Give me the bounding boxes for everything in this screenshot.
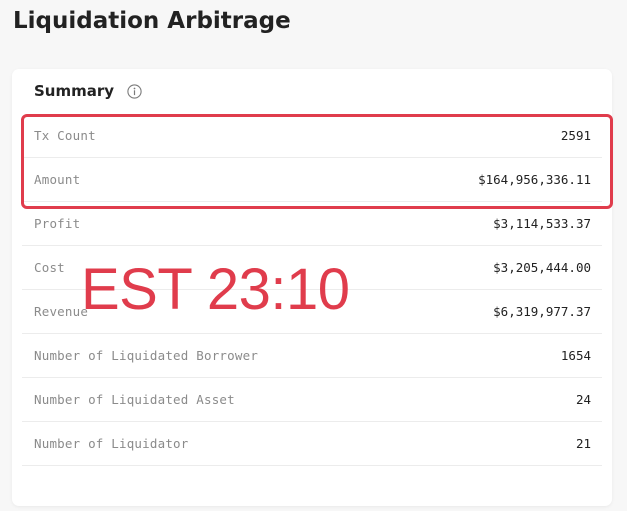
row-label: Tx Count bbox=[34, 128, 96, 143]
summary-card: Summary Tx Count 2591 Amount $164,956,33… bbox=[12, 69, 612, 506]
row-label: Cost bbox=[34, 260, 65, 275]
row-value: 21 bbox=[575, 436, 591, 451]
summary-row-cost: Cost $3,205,444.00 bbox=[22, 246, 602, 290]
summary-row-revenue: Revenue $6,319,977.37 bbox=[22, 290, 602, 334]
summary-title: Summary bbox=[34, 82, 115, 100]
info-icon[interactable] bbox=[127, 83, 142, 99]
row-value: 1654 bbox=[560, 348, 591, 363]
row-label: Amount bbox=[34, 172, 81, 187]
summary-row-amount: Amount $164,956,336.11 bbox=[22, 158, 602, 202]
row-value: 24 bbox=[575, 392, 591, 407]
summary-row-liquidated-borrower: Number of Liquidated Borrower 1654 bbox=[22, 334, 602, 378]
row-label: Number of Liquidator bbox=[34, 436, 189, 451]
summary-row-profit: Profit $3,114,533.37 bbox=[22, 202, 602, 246]
row-value: $3,114,533.37 bbox=[493, 216, 591, 231]
summary-row-tx-count: Tx Count 2591 bbox=[22, 114, 602, 158]
row-label: Revenue bbox=[34, 304, 89, 319]
row-value: $3,205,444.00 bbox=[493, 260, 591, 275]
row-label: Number of Liquidated Borrower bbox=[34, 348, 259, 363]
row-value: 2591 bbox=[560, 128, 591, 143]
summary-row-liquidated-asset: Number of Liquidated Asset 24 bbox=[22, 378, 602, 422]
summary-row-liquidator: Number of Liquidator 21 bbox=[22, 422, 602, 466]
summary-header: Summary bbox=[34, 79, 142, 103]
page-title: Liquidation Arbitrage bbox=[13, 8, 291, 34]
row-value: $164,956,336.11 bbox=[478, 172, 591, 187]
row-value: $6,319,977.37 bbox=[493, 304, 591, 319]
row-label: Number of Liquidated Asset bbox=[34, 392, 235, 407]
row-label: Profit bbox=[34, 216, 81, 231]
